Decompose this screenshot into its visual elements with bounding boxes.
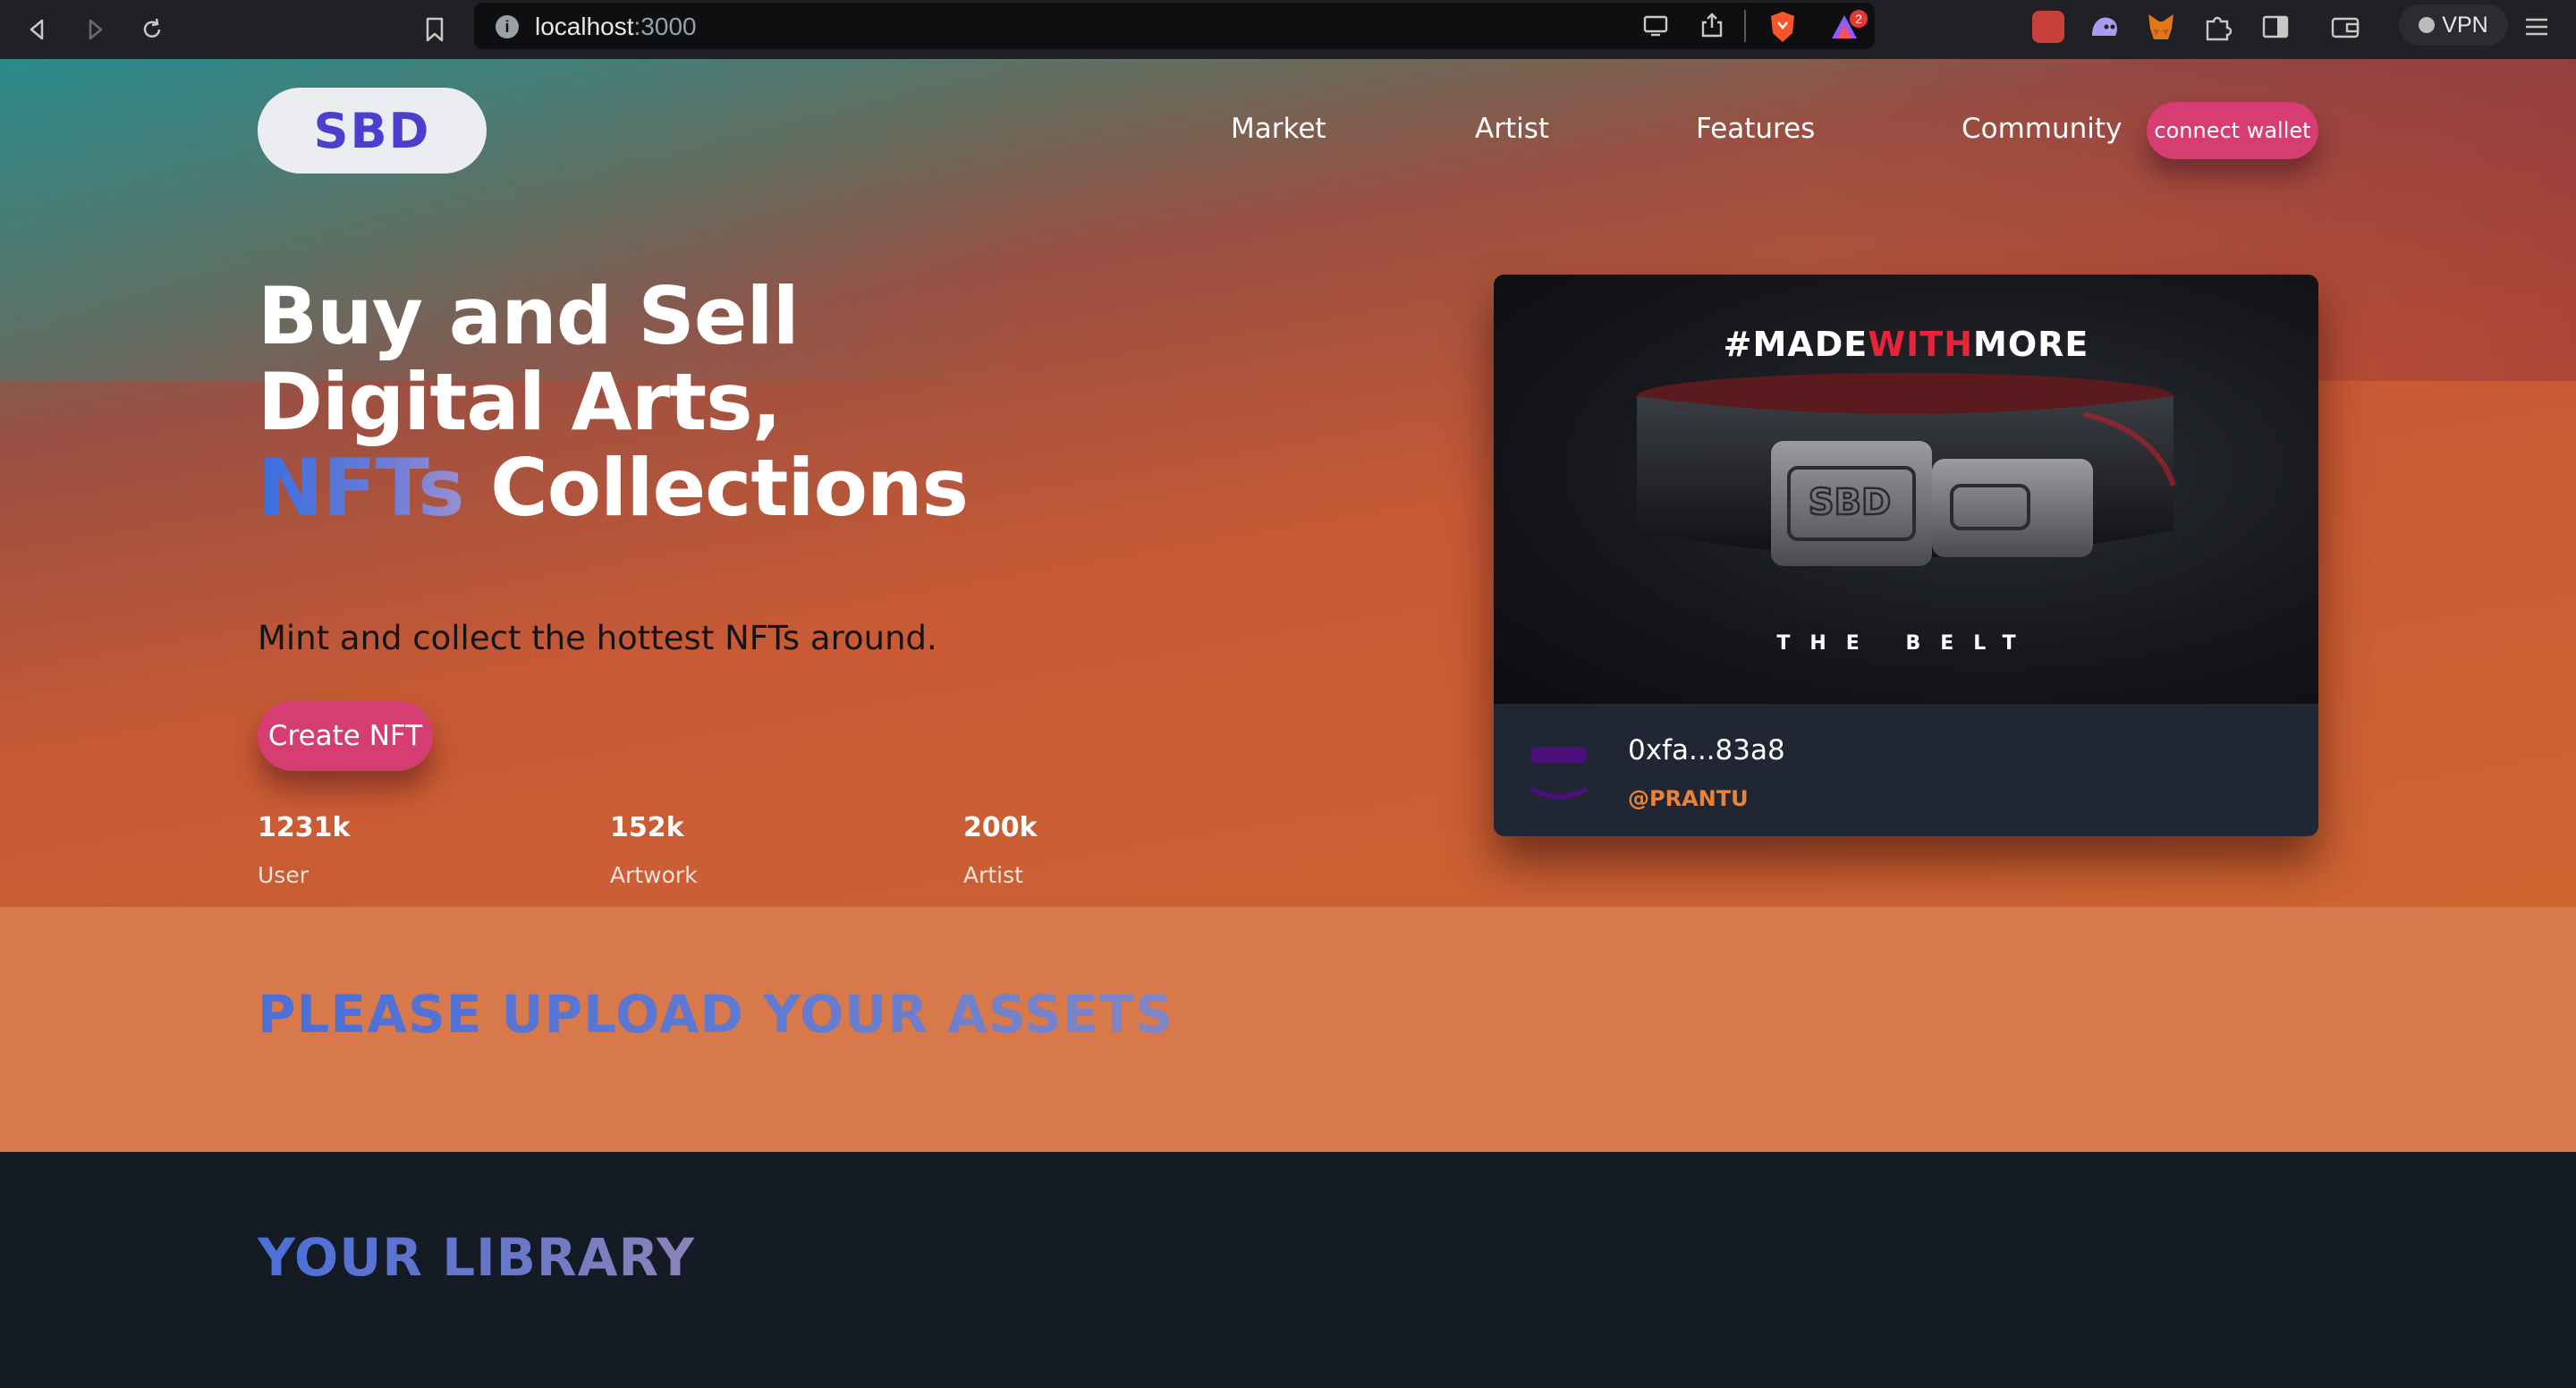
vpn-button[interactable]: VPN: [2399, 4, 2508, 46]
stat-artist-label: Artist: [963, 862, 1023, 888]
site-info-icon[interactable]: i: [496, 15, 519, 38]
nft-artwork: #MADEWITHMORE SBD THE BELT: [1494, 275, 2318, 704]
browser-toolbar: i localhost:3000 2 VPN: [0, 0, 2576, 59]
ghost-extension-icon[interactable]: [2089, 11, 2121, 43]
owner-avatar: [1531, 747, 1587, 800]
nav-market[interactable]: Market: [1231, 113, 1326, 145]
headline-highlight: NFTs: [258, 442, 464, 534]
create-nft-button[interactable]: Create NFT: [258, 701, 433, 771]
nav-community[interactable]: Community: [1962, 113, 2122, 145]
owner-address: 0xfa...83a8: [1628, 734, 1785, 766]
metamask-fox-icon[interactable]: [2145, 11, 2177, 43]
connect-wallet-button[interactable]: connect wallet: [2147, 102, 2318, 159]
extensions-puzzle-icon[interactable]: [2202, 11, 2234, 43]
menu-hamburger-icon[interactable]: [2521, 11, 2553, 43]
share-icon[interactable]: [1699, 12, 1724, 42]
nav-features[interactable]: Features: [1696, 113, 1815, 145]
artwork-subtitle: THE BELT: [1776, 632, 2036, 655]
stat-users-label: User: [258, 862, 309, 888]
url-text: localhost:3000: [535, 13, 697, 40]
forward-button[interactable]: [77, 12, 113, 47]
headline-line-3-rest: Collections: [463, 442, 969, 534]
stat-artist-value: 200k: [963, 812, 1038, 843]
nft-card-footer: 0xfa...83a8 @PRANTU: [1494, 704, 2318, 836]
belt-illustration: SBD: [1637, 373, 2176, 566]
library-title: YOUR LIBRARY: [258, 1227, 695, 1288]
vpn-status-icon: [2419, 17, 2436, 33]
brave-shield-icon[interactable]: [1767, 10, 1798, 47]
vpn-label: VPN: [2442, 12, 2488, 38]
toolbar-divider: [1744, 10, 1746, 42]
site-logo[interactable]: SBD: [258, 88, 487, 174]
artwork-headline: #MADEWITHMORE: [1723, 325, 2089, 364]
headline-line-2: Digital Arts,: [258, 356, 782, 448]
stat-artwork-value: 152k: [610, 812, 684, 843]
nft-card[interactable]: #MADEWITHMORE SBD THE BELT 0xfa...83a8 @…: [1494, 275, 2318, 836]
extension-icon-1[interactable]: [2032, 11, 2064, 43]
back-button[interactable]: [20, 12, 55, 47]
svg-text:2: 2: [1855, 12, 1862, 26]
stat-users-value: 1231k: [258, 812, 351, 843]
brave-rewards-icon[interactable]: 2: [1828, 8, 1871, 47]
address-bar[interactable]: i localhost:3000 2: [474, 3, 1875, 49]
sidebar-toggle-icon[interactable]: [2259, 11, 2292, 43]
reload-button[interactable]: [134, 12, 170, 47]
upload-title: PLEASE UPLOAD YOUR ASSETS: [258, 984, 1174, 1045]
headline-line-3: NFTs Collections: [258, 442, 969, 534]
hero-subtitle: Mint and collect the hottest NFTs around…: [258, 619, 937, 657]
stat-artwork-label: Artwork: [610, 862, 698, 888]
hero-headline: Buy and Sell Digital Arts, NFTs Collecti…: [258, 270, 969, 534]
bookmark-button[interactable]: [417, 12, 453, 47]
back-icon: [30, 19, 44, 40]
owner-handle[interactable]: @PRANTU: [1628, 786, 1749, 811]
library-section: YOUR LIBRARY: [0, 1152, 2576, 1388]
bookmark-icon: [426, 17, 444, 42]
hero-section: SBD Market Artist Features Community con…: [0, 59, 2576, 907]
forward-icon: [89, 19, 103, 40]
cast-icon[interactable]: [1642, 13, 1669, 42]
wallet-icon[interactable]: [2329, 11, 2361, 43]
upload-section: PLEASE UPLOAD YOUR ASSETS: [0, 907, 2576, 1152]
headline-line-1: Buy and Sell: [258, 270, 800, 362]
belt-logo-text: SBD: [1809, 482, 1892, 523]
reload-icon: [143, 18, 161, 38]
nav-artist[interactable]: Artist: [1475, 113, 1549, 145]
